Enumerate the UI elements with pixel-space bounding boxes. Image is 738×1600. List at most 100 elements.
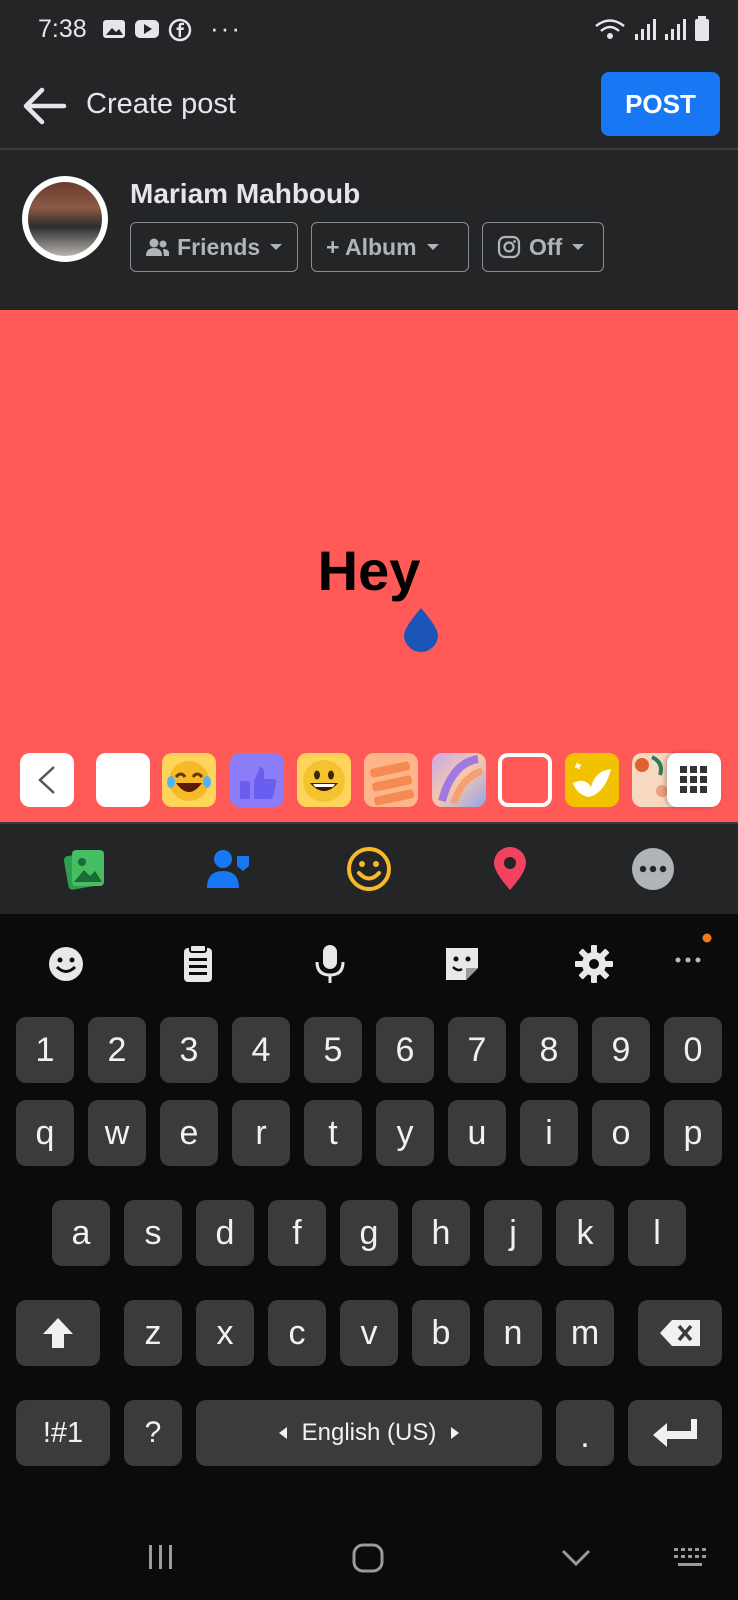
key-j[interactable]: j [484,1200,542,1266]
key-3[interactable]: 3 [160,1017,218,1083]
enter-key[interactable] [628,1400,722,1466]
keyboard: 1 2 3 4 5 6 7 8 9 0 q w e r t y u i o p … [0,914,738,1600]
swatch-like[interactable] [230,753,284,807]
instagram-label: Off [529,233,563,260]
composer-profile: Mariam Mahboub Friends + Album Off [0,150,738,310]
shift-icon [43,1318,73,1348]
page-title: Create post [86,88,236,120]
key-v[interactable]: v [340,1300,398,1366]
space-label: English (US) [301,1419,437,1446]
text-cursor-handle-icon[interactable] [402,606,440,652]
feeling-icon[interactable] [344,844,394,894]
key-m[interactable]: m [556,1300,614,1366]
swatch-coral-selected[interactable] [498,753,552,807]
key-x[interactable]: x [196,1300,254,1366]
key-e[interactable]: e [160,1100,218,1166]
key-2[interactable]: 2 [88,1017,146,1083]
key-p[interactable]: p [664,1100,722,1166]
emoji-icon[interactable] [44,942,88,986]
key-z[interactable]: z [124,1300,182,1366]
post-button[interactable]: POST [601,72,720,136]
key-w[interactable]: w [88,1100,146,1166]
post-text[interactable]: Hey [0,538,738,603]
key-o[interactable]: o [592,1100,650,1166]
key-i[interactable]: i [520,1100,578,1166]
key-g[interactable]: g [340,1200,398,1266]
key-7[interactable]: 7 [448,1017,506,1083]
bird-icon [573,762,611,797]
key-c[interactable]: c [268,1300,326,1366]
key-5[interactable]: 5 [304,1017,362,1083]
audience-label: Friends [177,233,261,260]
backspace-key[interactable] [638,1300,722,1366]
post-canvas[interactable]: Hey [0,310,738,822]
sticker-icon[interactable] [440,942,484,986]
user-name: Mariam Mahboub [130,178,361,209]
album-selector[interactable]: + Album [311,222,469,272]
audience-selector[interactable]: Friends [130,222,298,272]
back-arrow-icon[interactable] [20,84,68,128]
microphone-icon[interactable] [308,942,352,986]
keyboard-switch-icon[interactable] [672,1546,708,1570]
peach-stripes-icon [370,761,415,806]
key-9[interactable]: 9 [592,1017,650,1083]
status-bar: 7:38 ··· [0,0,738,62]
key-s[interactable]: s [124,1200,182,1266]
key-f[interactable]: f [268,1200,326,1266]
swatch-plain-white[interactable] [96,753,150,807]
grid-icon [680,766,707,793]
key-6[interactable]: 6 [376,1017,434,1083]
swatch-collapse-button[interactable] [20,753,74,807]
more-icon[interactable] [628,844,678,894]
key-l[interactable]: l [628,1200,686,1266]
key-y[interactable]: y [376,1100,434,1166]
instagram-toggle[interactable]: Off [482,222,604,272]
more-options-icon[interactable] [670,928,714,972]
status-time: 7:38 [38,15,87,43]
key-r[interactable]: r [232,1100,290,1166]
space-key[interactable]: English (US) [196,1400,542,1466]
tag-people-icon[interactable] [203,844,253,894]
swatch-laughing-emoji[interactable] [162,753,216,807]
home-icon[interactable] [351,1542,385,1574]
hide-keyboard-icon[interactable] [560,1548,592,1568]
key-8[interactable]: 8 [520,1017,578,1083]
key-t[interactable]: t [304,1100,362,1166]
swatch-peach-stripes[interactable] [364,753,418,807]
key-question[interactable]: ? [124,1400,182,1466]
avatar [22,176,108,262]
swatch-bird[interactable] [565,753,619,807]
album-label: + Album [326,233,417,260]
signal-icon-sim2 [665,19,686,40]
key-d[interactable]: d [196,1200,254,1266]
enter-icon [653,1419,697,1447]
location-icon[interactable] [485,844,535,894]
key-h[interactable]: h [412,1200,470,1266]
recents-icon[interactable] [146,1542,176,1572]
settings-icon[interactable] [572,942,616,986]
key-q[interactable]: q [16,1100,74,1166]
gallery-notification-icon [103,20,125,38]
backspace-icon [660,1320,700,1346]
status-right-icons [594,16,710,42]
caret-down-icon [426,244,439,250]
key-n[interactable]: n [484,1300,542,1366]
key-0[interactable]: 0 [664,1017,722,1083]
key-4[interactable]: 4 [232,1017,290,1083]
swatch-grid-button[interactable] [667,753,721,807]
photo-icon[interactable] [60,844,110,894]
key-period[interactable]: . [556,1400,614,1466]
swatch-pastel-gradient[interactable] [432,753,486,807]
key-b[interactable]: b [412,1300,470,1366]
caret-down-icon [270,244,283,250]
clipboard-icon[interactable] [176,942,220,986]
swatch-smile-emoji[interactable] [297,753,351,807]
key-k[interactable]: k [556,1200,614,1266]
key-u[interactable]: u [448,1100,506,1166]
key-1[interactable]: 1 [16,1017,74,1083]
shift-key[interactable] [16,1300,100,1366]
key-a[interactable]: a [52,1200,110,1266]
symbols-key[interactable]: !#1 [16,1400,110,1466]
status-overflow: ··· [210,13,242,43]
app-header: Create post POST [0,62,738,148]
